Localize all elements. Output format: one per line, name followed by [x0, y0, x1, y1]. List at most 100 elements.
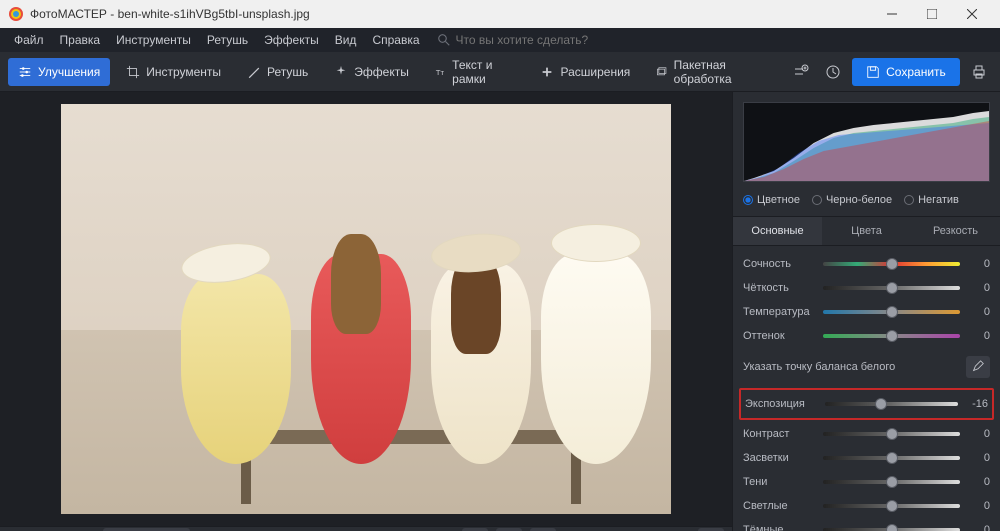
save-icon — [866, 65, 880, 79]
brush-icon — [247, 65, 261, 79]
compare-button[interactable] — [352, 527, 384, 531]
sliders-add-icon — [793, 64, 809, 80]
slider-exposure[interactable]: Экспозиция -16 — [745, 392, 988, 416]
slider-contrast-value: 0 — [966, 428, 990, 440]
slider-clarity-label: Чёткость — [743, 282, 817, 294]
tab-effects[interactable]: Эффекты — [324, 58, 419, 86]
radio-bw-label: Черно-белое — [826, 194, 892, 206]
slider-darks[interactable]: Тёмные 0 — [743, 518, 990, 531]
toggle-preview-button[interactable] — [312, 527, 344, 531]
app-title: ФотоМАСТЕР — [30, 7, 107, 21]
stack-icon — [656, 65, 667, 79]
slider-lights-value: 0 — [966, 500, 990, 512]
tab-improve[interactable]: Улучшения — [8, 58, 110, 86]
minimize-button[interactable] — [872, 0, 912, 28]
slider-saturation[interactable]: Сочность 0 — [743, 252, 990, 276]
tab-retouch-label: Ретушь — [267, 65, 308, 79]
slider-highlights[interactable]: Засветки 0 — [743, 446, 990, 470]
search-icon — [438, 34, 450, 46]
print-icon — [971, 64, 987, 80]
menu-effects[interactable]: Эффекты — [256, 28, 327, 52]
canvas-viewport[interactable] — [0, 92, 732, 526]
tab-tools[interactable]: Инструменты — [116, 58, 231, 86]
menu-file[interactable]: Файл — [6, 28, 52, 52]
tab-effects-label: Эффекты — [354, 65, 409, 79]
slider-lights-label: Светлые — [743, 500, 817, 512]
adjust-tabs: Основные Цвета Резкость — [733, 216, 1000, 246]
text-icon: Tт — [435, 65, 446, 79]
save-label: Сохранить — [886, 65, 946, 79]
tab-text-label: Текст и рамки — [452, 58, 514, 86]
tab-batch[interactable]: Пакетная обработка — [646, 58, 775, 86]
white-balance-label: Указать точку баланса белого — [743, 361, 895, 373]
menu-view[interactable]: Вид — [327, 28, 365, 52]
crop-icon — [126, 65, 140, 79]
tab-extensions[interactable]: Расширения — [530, 58, 640, 86]
eyedropper-icon — [971, 360, 985, 374]
tab-batch-label: Пакетная обработка — [674, 58, 766, 86]
save-button[interactable]: Сохранить — [852, 58, 960, 86]
slider-temperature[interactable]: Температура 0 — [743, 300, 990, 324]
radio-negative-label: Негатив — [918, 194, 959, 206]
tab-main[interactable]: Основные — [733, 217, 822, 245]
slider-temperature-value: 0 — [966, 306, 990, 318]
slider-tint[interactable]: Оттенок 0 — [743, 324, 990, 348]
presets-add-button[interactable] — [788, 58, 814, 86]
menu-edit[interactable]: Правка — [52, 28, 109, 52]
photo-preview — [61, 104, 671, 514]
close-button[interactable] — [952, 0, 992, 28]
white-balance-row: Указать точку баланса белого — [743, 348, 990, 386]
tab-retouch[interactable]: Ретушь — [237, 58, 318, 86]
radio-color-label: Цветное — [757, 194, 800, 206]
slider-saturation-label: Сочность — [743, 258, 817, 270]
right-panel: Цветное Черно-белое Негатив Основные Цве… — [732, 92, 1000, 531]
slider-darks-label: Тёмные — [743, 524, 817, 531]
sparkle-icon — [334, 65, 348, 79]
menu-help[interactable]: Справка — [364, 28, 427, 52]
slider-contrast-label: Контраст — [743, 428, 817, 440]
tab-text[interactable]: Tт Текст и рамки — [425, 58, 525, 86]
tab-sharp[interactable]: Резкость — [911, 217, 1000, 245]
svg-text:Tт: Tт — [436, 67, 445, 76]
slider-saturation-value: 0 — [966, 258, 990, 270]
slider-highlights-value: 0 — [966, 452, 990, 464]
color-mode-row: Цветное Черно-белое Негатив — [733, 188, 1000, 216]
slider-clarity[interactable]: Чёткость 0 — [743, 276, 990, 300]
history-button[interactable] — [820, 58, 846, 86]
slider-clarity-value: 0 — [966, 282, 990, 294]
menubar: Файл Правка Инструменты Ретушь Эффекты В… — [0, 28, 1000, 52]
print-button[interactable] — [966, 58, 992, 86]
app-logo-icon — [8, 6, 24, 22]
slider-shadows[interactable]: Тени 0 — [743, 470, 990, 494]
canvas-area: Отменить Повторить Сбросить 1:1 20% — [0, 92, 732, 531]
menu-tools[interactable]: Инструменты — [108, 28, 199, 52]
slider-temperature-label: Температура — [743, 306, 817, 318]
slider-exposure-value: -16 — [964, 398, 988, 410]
histogram — [743, 102, 990, 182]
radio-negative[interactable]: Негатив — [904, 194, 959, 206]
slider-exposure-label: Экспозиция — [745, 398, 819, 410]
tab-improve-label: Улучшения — [38, 65, 100, 79]
main-toolbar: Улучшения Инструменты Ретушь Эффекты Tт … — [0, 52, 1000, 92]
plus-icon — [540, 65, 554, 79]
menu-retouch[interactable]: Ретушь — [199, 28, 256, 52]
slider-contrast[interactable]: Контраст 0 — [743, 422, 990, 446]
bottom-bar: Отменить Повторить Сбросить 1:1 20% — [0, 526, 732, 531]
command-search-input[interactable] — [456, 33, 676, 47]
maximize-button[interactable] — [912, 0, 952, 28]
eyedropper-button[interactable] — [966, 356, 990, 378]
slider-shadows-value: 0 — [966, 476, 990, 488]
slider-highlights-label: Засветки — [743, 452, 817, 464]
slider-shadows-label: Тени — [743, 476, 817, 488]
sliders-icon — [18, 65, 32, 79]
title-separator: - — [107, 7, 118, 21]
tab-extensions-label: Расширения — [560, 65, 630, 79]
radio-color[interactable]: Цветное — [743, 194, 800, 206]
slider-lights[interactable]: Светлые 0 — [743, 494, 990, 518]
exposure-highlight-box: Экспозиция -16 — [739, 388, 994, 420]
slider-tint-label: Оттенок — [743, 330, 817, 342]
radio-bw[interactable]: Черно-белое — [812, 194, 892, 206]
tab-colors[interactable]: Цвета — [822, 217, 911, 245]
file-name: ben-white-s1ihVBg5tbI-unsplash.jpg — [118, 7, 310, 21]
history-icon — [825, 64, 841, 80]
